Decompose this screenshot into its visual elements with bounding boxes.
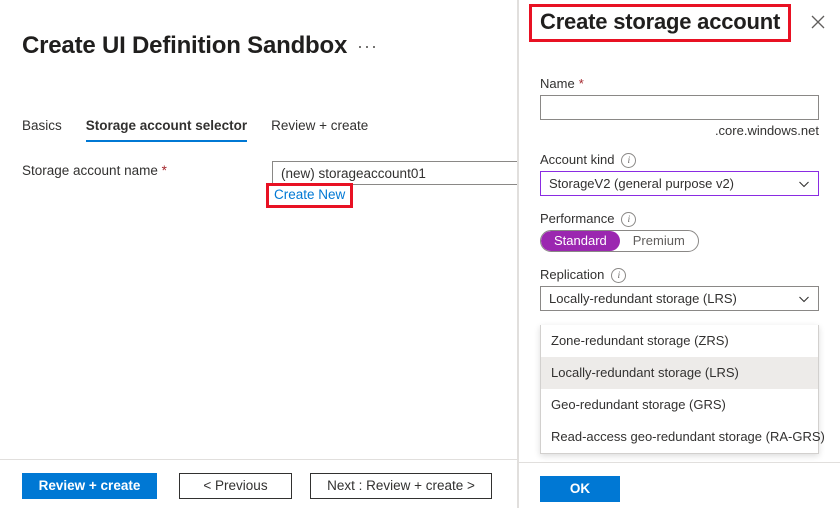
storage-account-name-row: Storage account name * bbox=[22, 161, 517, 185]
blade-footer: Review + create < Previous Next : Review… bbox=[22, 473, 492, 499]
name-label: Name * bbox=[540, 76, 840, 91]
pane-body: Name * .core.windows.net Account kind i … bbox=[519, 76, 840, 311]
create-storage-account-pane: Create storage account Name * .core.wind… bbox=[519, 0, 840, 508]
replication-selected-value: Locally-redundant storage (LRS) bbox=[549, 291, 737, 306]
storage-account-name-input[interactable] bbox=[272, 161, 517, 185]
performance-option-premium[interactable]: Premium bbox=[620, 231, 698, 251]
replication-select[interactable]: Locally-redundant storage (LRS) bbox=[540, 286, 819, 311]
replication-label: Replication i bbox=[540, 267, 840, 283]
replication-option-ra-grs[interactable]: Read-access geo-redundant storage (RA-GR… bbox=[541, 421, 825, 453]
pane-footer-divider bbox=[519, 462, 840, 463]
performance-option-standard[interactable]: Standard bbox=[541, 231, 620, 251]
performance-label-text: Performance bbox=[540, 211, 615, 226]
performance-label: Performance i bbox=[540, 211, 840, 227]
info-icon[interactable]: i bbox=[611, 268, 627, 283]
create-new-link[interactable]: Create New bbox=[274, 187, 345, 202]
replication-option-grs[interactable]: Geo-redundant storage (GRS) bbox=[541, 389, 818, 421]
storage-account-name-label-text: Storage account name bbox=[22, 163, 158, 178]
name-label-text: Name bbox=[540, 76, 575, 91]
replication-label-text: Replication bbox=[540, 267, 605, 282]
review-create-button[interactable]: Review + create bbox=[22, 473, 157, 499]
replication-field: Replication i Locally-redundant storage … bbox=[519, 267, 840, 311]
chevron-down-icon bbox=[798, 178, 810, 190]
chevron-down-icon bbox=[798, 293, 810, 305]
previous-button[interactable]: < Previous bbox=[179, 473, 292, 499]
replication-option-zrs[interactable]: Zone-redundant storage (ZRS) bbox=[541, 325, 818, 357]
blade-footer-divider bbox=[0, 459, 517, 460]
tabstrip: Basics Storage account selector Review +… bbox=[22, 118, 392, 146]
tab-basics[interactable]: Basics bbox=[22, 118, 62, 142]
name-field: Name * .core.windows.net bbox=[519, 76, 840, 138]
required-marker: * bbox=[578, 76, 584, 91]
create-ui-definition-blade: Create UI Definition Sandbox ··· Basics … bbox=[0, 0, 517, 508]
close-icon[interactable] bbox=[807, 11, 829, 33]
next-review-create-button[interactable]: Next : Review + create > bbox=[310, 473, 492, 499]
info-icon[interactable]: i bbox=[621, 153, 637, 168]
ok-button[interactable]: OK bbox=[540, 476, 620, 502]
name-domain-suffix: .core.windows.net bbox=[714, 123, 819, 138]
page-title: Create UI Definition Sandbox bbox=[22, 32, 348, 59]
tab-storage-account-selector[interactable]: Storage account selector bbox=[85, 118, 248, 142]
account-kind-label-text: Account kind bbox=[540, 152, 615, 167]
name-input[interactable] bbox=[540, 95, 819, 120]
performance-field: Performance i Standard Premium bbox=[519, 211, 840, 252]
pane-title: Create storage account bbox=[540, 9, 781, 34]
info-icon[interactable]: i bbox=[621, 212, 637, 227]
account-kind-field: Account kind i StorageV2 (general purpos… bbox=[519, 152, 840, 196]
tab-review-create[interactable]: Review + create bbox=[271, 118, 368, 142]
account-kind-selected-value: StorageV2 (general purpose v2) bbox=[549, 176, 735, 191]
replication-dropdown-list: Zone-redundant storage (ZRS) Locally-red… bbox=[540, 325, 825, 454]
more-options-ellipsis-icon[interactable]: ··· bbox=[357, 37, 378, 55]
replication-option-lrs[interactable]: Locally-redundant storage (LRS) bbox=[541, 357, 818, 389]
account-kind-label: Account kind i bbox=[540, 152, 840, 168]
pane-title-annotation-box: Create storage account bbox=[529, 4, 792, 42]
account-kind-select[interactable]: StorageV2 (general purpose v2) bbox=[540, 171, 819, 196]
storage-account-name-label: Storage account name * bbox=[22, 163, 167, 178]
performance-toggle: Standard Premium bbox=[540, 230, 699, 252]
required-marker: * bbox=[161, 163, 167, 178]
create-new-annotation-box: Create New bbox=[266, 183, 354, 208]
